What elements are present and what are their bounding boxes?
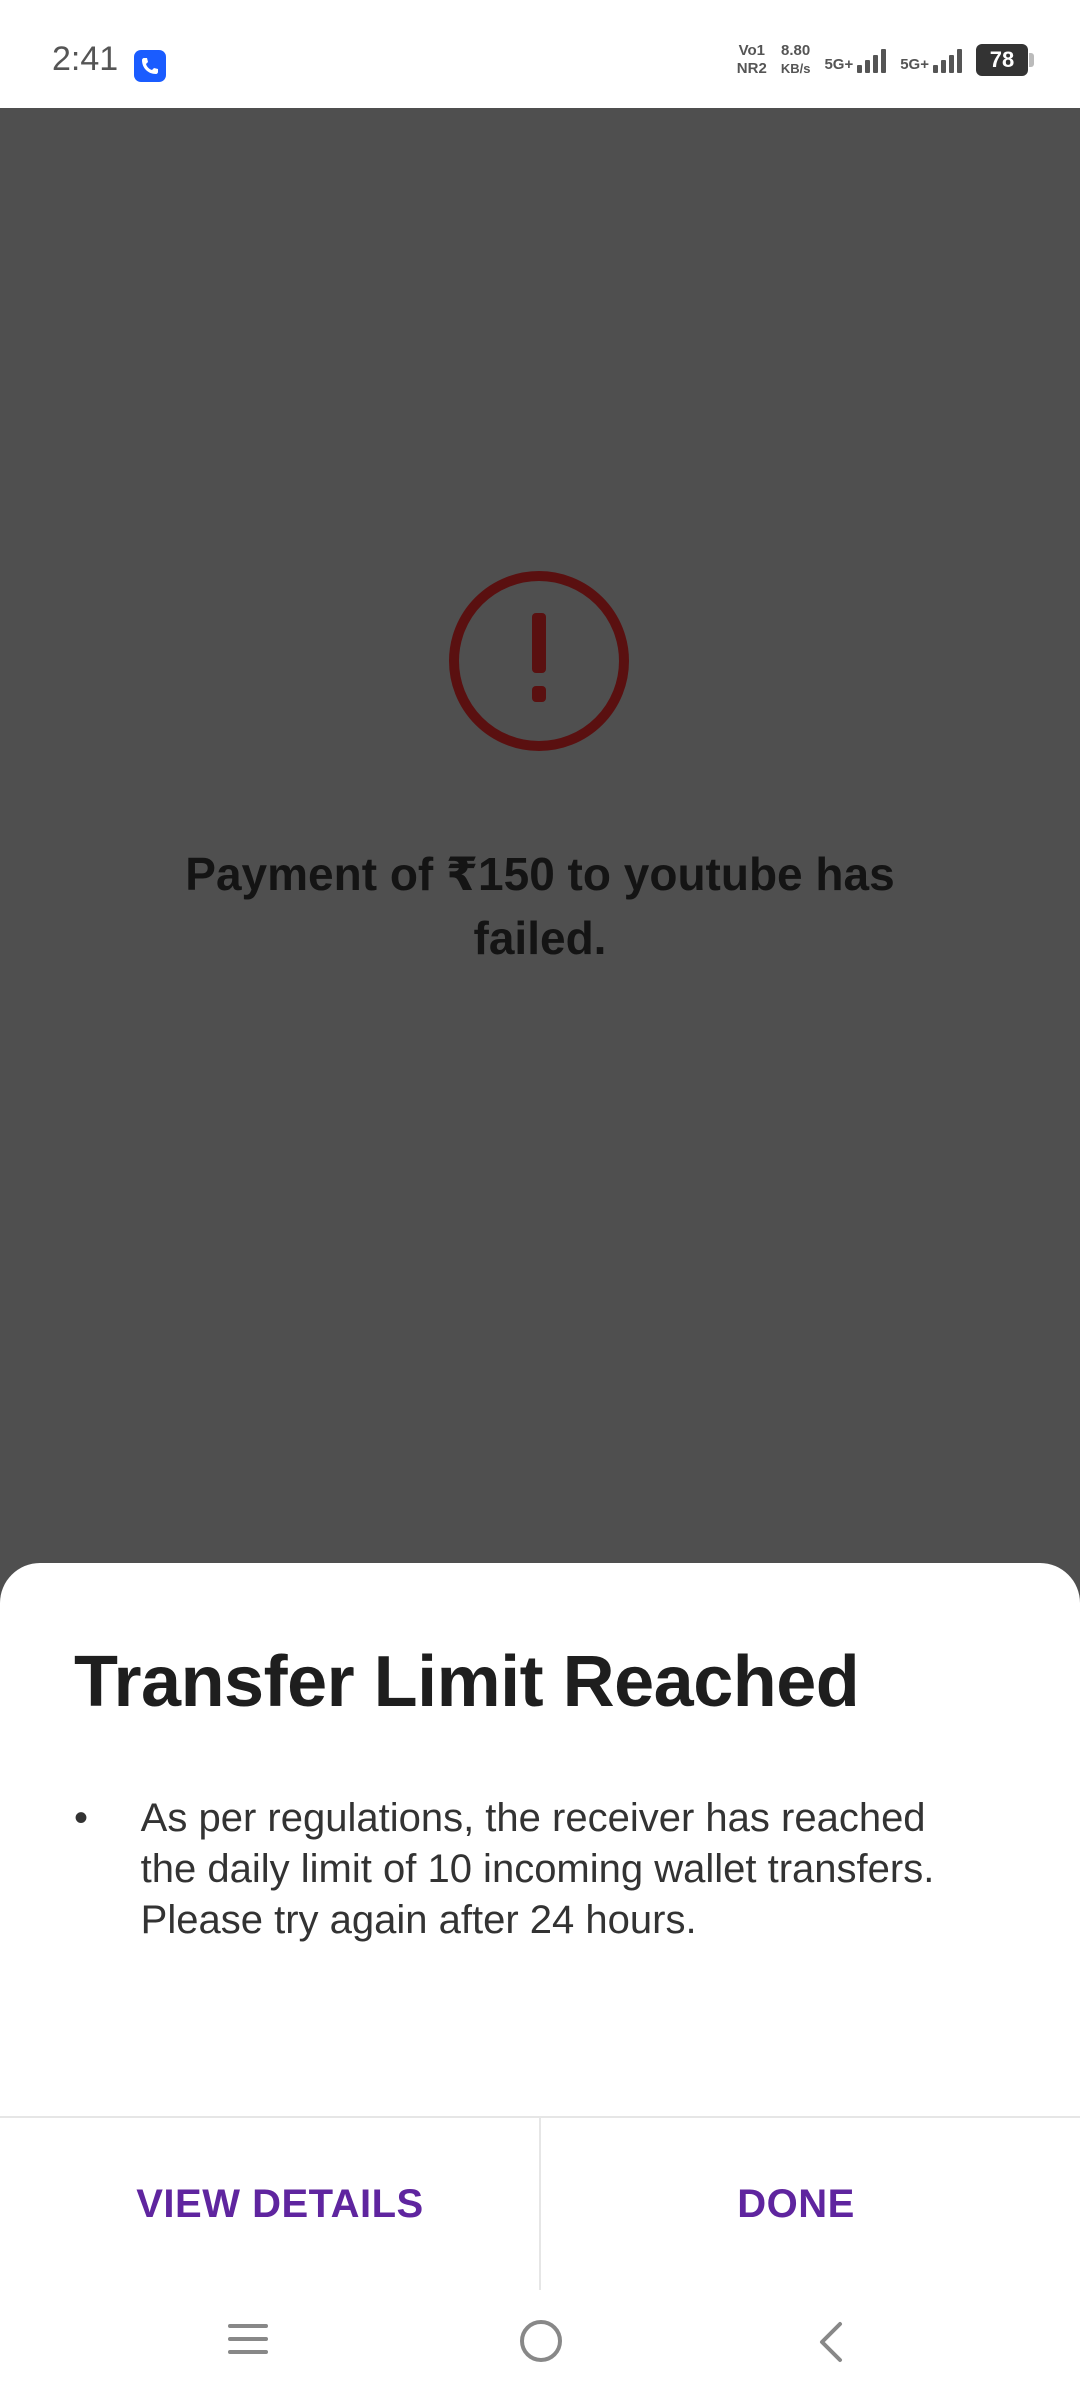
bullet-icon: • (74, 1796, 89, 1840)
network-type-1: 5G+ (824, 56, 854, 73)
battery-icon: 78 (976, 44, 1034, 76)
signal-sim2: 5G+ (900, 47, 962, 73)
dimmed-overlay[interactable]: Payment of ₹150 to youtube has failed. (0, 108, 1080, 1608)
speed-value: 8.80 (781, 42, 811, 59)
status-icons: Vo1 NR2 8.80 KB/s 5G+ 5G+ 78 (737, 42, 1034, 78)
signal-sim1: 5G+ (824, 47, 887, 73)
navigation-bar (0, 2290, 1080, 2400)
volte-label: Vo1 (738, 42, 765, 59)
network-type-2: 5G+ (900, 56, 929, 73)
list-item: • As per regulations, the receiver has r… (74, 1793, 974, 1946)
status-bar: 2:41 Vo1 NR2 8.80 KB/s 5G+ 5G+ 78 (0, 0, 1080, 108)
back-icon[interactable] (816, 2320, 846, 2364)
signal-bars-2-icon (933, 47, 962, 73)
sheet-title: Transfer Limit Reached (74, 1642, 860, 1722)
bullet-text: As per regulations, the receiver has rea… (140, 1796, 935, 1942)
failure-message: Payment of ₹150 to youtube has failed. (185, 848, 895, 964)
recent-apps-icon[interactable] (228, 2324, 268, 2358)
battery-level: 78 (989, 47, 1015, 72)
done-button[interactable]: DONE (541, 2118, 1051, 2290)
bullet-list: • As per regulations, the receiver has r… (74, 1793, 974, 1946)
speed-unit: KB/s (780, 61, 811, 76)
bottom-sheet: Transfer Limit Reached • As per regulati… (0, 1563, 1080, 2400)
home-icon[interactable] (520, 2320, 562, 2362)
status-time: 2:41 (52, 40, 119, 78)
phone-app-icon (134, 50, 166, 82)
network-speed: 8.80 KB/s (781, 42, 811, 78)
volte-indicator: Vo1 NR2 (737, 42, 767, 78)
nr-label: NR2 (736, 60, 767, 77)
view-details-button[interactable]: VIEW DETAILS (0, 2118, 560, 2290)
signal-bars-1-icon (857, 47, 887, 73)
error-icon (449, 571, 629, 751)
